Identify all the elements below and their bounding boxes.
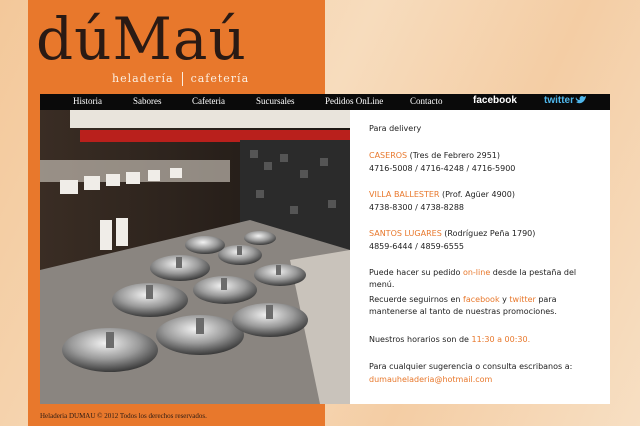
branch-name: VILLA BALLESTER	[369, 190, 440, 199]
tagline-divider	[181, 72, 183, 86]
hours-text-pre: Nuestros horarios son de	[369, 335, 472, 344]
nav-pedidos-online[interactable]: Pedidos OnLine	[325, 96, 383, 106]
footer-copyright: Heladeria DUMAU © 2012 Todos los derecho…	[40, 412, 207, 420]
online-text-pre: Puede hacer su pedido	[369, 268, 463, 277]
twitter-inline-link[interactable]: twitter	[509, 295, 535, 304]
online-order-note: Puede hacer su pedido on-line desde la p…	[369, 267, 604, 291]
branch-phones: 4859-6444 / 4859-6555	[369, 242, 464, 251]
delivery-title: Para delivery	[369, 124, 422, 133]
branch-villa-ballester: VILLA BALLESTER (Prof. Agüer 4900)	[369, 189, 515, 201]
nav-historia[interactable]: Historia	[73, 96, 102, 106]
nav-cafeteria[interactable]: Cafeteria	[192, 96, 225, 106]
social-follow-note: Recuerde seguirnos en facebook y twitter…	[369, 294, 604, 318]
nav-sabores[interactable]: Sabores	[133, 96, 162, 106]
branch-phones: 4738-8300 / 4738-8288	[369, 203, 464, 212]
photo-illustration	[40, 110, 350, 404]
follow-text-mid: y	[499, 295, 510, 304]
branch-address: (Tres de Febrero 2951)	[407, 151, 501, 160]
nav-contacto[interactable]: Contacto	[410, 96, 443, 106]
tagline-heladeria: heladería	[112, 72, 174, 85]
brand-logo[interactable]: dúMaú	[36, 4, 326, 74]
branch-address: (Prof. Agüer 4900)	[439, 190, 515, 199]
contact-text: Para cualquier sugerencia o consulta esc…	[369, 362, 573, 371]
twitter-label: twitter	[544, 95, 574, 106]
branch-name: CASEROS	[369, 151, 408, 160]
branch-phones: 4716-5008 / 4716-4248 / 4716-5900	[369, 164, 516, 173]
branch-address: (Rodríguez Peña 1790)	[441, 229, 536, 238]
online-link[interactable]: on-line	[463, 268, 490, 277]
facebook-link[interactable]: facebook	[473, 95, 517, 106]
delivery-info-panel: Para delivery CASEROS (Tres de Febrero 2…	[350, 110, 610, 404]
nav-sucursales[interactable]: Sucursales	[256, 96, 295, 106]
twitter-bird-icon	[575, 96, 586, 104]
brand-tagline: heladería cafetería	[112, 72, 249, 86]
contact-email-link[interactable]: dumauheladeria@hotmail.com	[369, 374, 492, 386]
twitter-link[interactable]: twitter	[544, 95, 587, 106]
hours-value: 11:30 a 00:30.	[471, 335, 531, 344]
branch-caseros: CASEROS (Tres de Febrero 2951)	[369, 150, 500, 162]
ice-cream-counter-photo	[40, 110, 350, 404]
branch-name: SANTOS LUGARES	[369, 229, 442, 238]
branch-santos-lugares: SANTOS LUGARES (Rodríguez Peña 1790)	[369, 228, 535, 240]
tagline-cafeteria: cafetería	[190, 72, 250, 85]
main-nav: Historia Sabores Cafeteria Sucursales Pe…	[40, 94, 610, 110]
facebook-inline-link[interactable]: facebook	[463, 295, 500, 304]
opening-hours: Nuestros horarios son de 11:30 a 00:30.	[369, 334, 530, 346]
follow-text-pre: Recuerde seguirnos en	[369, 295, 464, 304]
